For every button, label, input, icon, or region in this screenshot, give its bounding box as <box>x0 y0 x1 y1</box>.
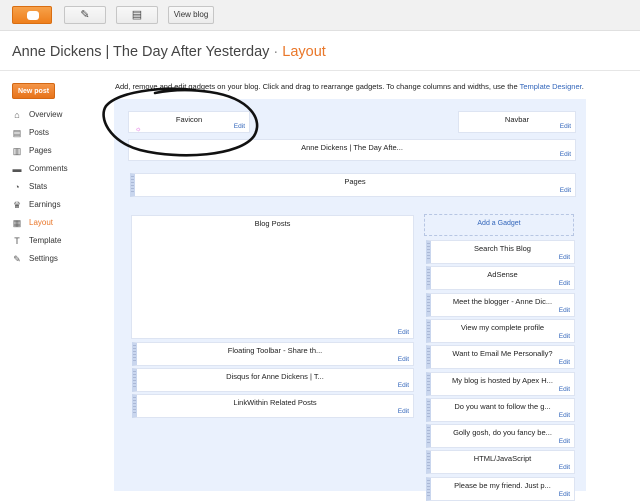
instructions-end: . <box>581 82 584 91</box>
gadget-title: HTML/JavaScript <box>473 454 532 464</box>
navbar-gadget[interactable]: Navbar Edit <box>458 111 576 133</box>
gadget-title: Meet the blogger - Anne Dic... <box>452 296 553 306</box>
edit-link[interactable]: Edit <box>559 386 570 393</box>
sidebar-item-label: Overview <box>29 110 63 119</box>
layout-gadget[interactable]: View my complete profile Edit <box>426 318 575 343</box>
layout-gadget[interactable]: Do you want to follow the g... Edit <box>426 397 575 422</box>
gadget-title: My blog is hosted by Apex H... <box>452 375 553 385</box>
stats-icon: ◔ <box>14 182 20 192</box>
sidebar-item-label: Earnings <box>29 200 61 209</box>
section-name: Layout <box>282 44 326 60</box>
edit-link[interactable]: Edit <box>559 438 570 445</box>
sidebar-item-label: Template <box>29 236 62 245</box>
edit-link[interactable]: Edit <box>398 408 409 415</box>
edit-link[interactable]: Edit <box>559 412 570 419</box>
comments-icon: ▬ <box>12 164 22 174</box>
pages-icon: ▥ <box>12 146 22 156</box>
header-divider <box>0 70 640 71</box>
gadget-title: LinkWithin Related Posts <box>233 398 317 407</box>
page-title: Anne Dickens | The Day After Yesterday · L… <box>12 44 326 60</box>
template-designer-link[interactable]: Template Designer <box>520 82 582 91</box>
new-post-button[interactable]: New post <box>12 83 55 99</box>
view-blog-button[interactable]: View blog <box>168 6 214 24</box>
favicon-icon: ☼ <box>135 126 142 133</box>
layout-gadget[interactable]: Meet the blogger - Anne Dic... Edit <box>426 292 575 317</box>
layout-gadget[interactable]: Floating Toolbar - Share th... Edit <box>132 342 414 366</box>
pages-gadget[interactable]: Pages Edit <box>130 173 576 197</box>
new-post-pencil-button[interactable]: ✎ <box>64 6 106 24</box>
layout-gadget[interactable]: Golly gosh, do you fancy be... Edit <box>426 424 575 449</box>
edit-link[interactable]: Edit <box>398 382 409 389</box>
layout-icon: ▦ <box>12 218 22 228</box>
edit-link[interactable]: Edit <box>234 123 245 130</box>
sidebar-item-label: Layout <box>29 218 54 227</box>
edit-link[interactable]: Edit <box>398 329 409 336</box>
pencil-icon: ✎ <box>80 9 90 21</box>
gadget-title: Please be my friend. Just p... <box>454 480 551 490</box>
edit-link[interactable]: Edit <box>559 307 570 314</box>
edit-link[interactable]: Edit <box>559 333 570 340</box>
blog-posts-gadget[interactable]: Blog Posts Edit <box>131 215 414 339</box>
add-gadget-button[interactable]: Add a Gadget <box>424 214 574 236</box>
gadget-title: Pages <box>344 177 366 186</box>
blog-name: Anne Dickens | The Day After Yesterday <box>12 44 270 60</box>
edit-link[interactable]: Edit <box>559 491 570 498</box>
sidebar-item-label: Pages <box>29 146 52 155</box>
posts-icon: ▤ <box>12 128 22 138</box>
layout-canvas: ☼ Favicon Edit Navbar Edit Anne Dickens … <box>114 99 586 501</box>
edit-link[interactable]: Edit <box>560 123 571 130</box>
edit-link[interactable]: Edit <box>560 151 571 158</box>
layout-gadget[interactable]: Disqus for Anne Dickens | T... Edit <box>132 368 414 392</box>
sidebar-item-label: Posts <box>29 128 50 137</box>
gadget-title: Want to Email Me Personally? <box>452 349 553 359</box>
document-icon: ▤ <box>131 9 143 21</box>
layout-gadget[interactable]: HTML/JavaScript Edit <box>426 450 575 475</box>
favicon-gadget[interactable]: ☼ Favicon Edit <box>128 111 250 133</box>
gadget-title: Navbar <box>504 115 530 124</box>
edit-link[interactable]: Edit <box>560 187 571 194</box>
wrench-icon: ✎ <box>13 254 21 264</box>
edit-link[interactable]: Edit <box>559 359 570 366</box>
sidebar-item-label: Comments <box>29 164 68 173</box>
edit-link[interactable]: Edit <box>559 464 570 471</box>
sidebar-item-label: Settings <box>29 254 58 263</box>
home-icon: ⌂ <box>14 110 20 120</box>
layout-instructions: Add, remove and edit gadgets on your blo… <box>115 82 584 91</box>
edit-link[interactable]: Edit <box>559 280 570 287</box>
gadget-title: Disqus for Anne Dickens | T... <box>226 372 324 381</box>
gadget-title: Search This Blog <box>474 244 531 253</box>
layout-gadget[interactable]: Please be my friend. Just p... Edit <box>426 476 575 501</box>
header-gadget[interactable]: Anne Dickens | The Day Afte... Edit <box>128 139 576 161</box>
gadget-title: AdSense <box>487 270 518 280</box>
posts-list-button[interactable]: ▤ <box>116 6 158 24</box>
layout-gadget[interactable]: Search This Blog Edit <box>426 240 575 264</box>
gadget-title: Floating Toolbar - Share th... <box>227 346 323 355</box>
gadget-title: Blog Posts <box>254 219 291 228</box>
edit-link[interactable]: Edit <box>398 356 409 363</box>
layout-gadget[interactable]: My blog is hosted by Apex H... Edit <box>426 371 575 396</box>
trophy-icon: ♛ <box>12 200 22 210</box>
gadget-title: Anne Dickens | The Day Afte... <box>301 143 403 152</box>
sidebar-item-label: Stats <box>29 182 48 191</box>
top-toolbar: ✎ ▤ View blog <box>0 0 640 31</box>
gadget-title: Do you want to follow the g... <box>454 401 551 411</box>
instructions-text: Add, remove and edit gadgets on your blo… <box>115 82 520 91</box>
gadget-title: Golly gosh, do you fancy be... <box>453 428 552 438</box>
template-icon: T <box>14 236 20 246</box>
edit-link[interactable]: Edit <box>559 254 570 261</box>
gadget-title: Favicon <box>175 115 203 124</box>
gadget-title: View my complete profile <box>460 322 545 332</box>
layout-gadget[interactable]: Want to Email Me Personally? Edit <box>426 345 575 370</box>
layout-gadget[interactable]: AdSense Edit <box>426 266 575 291</box>
title-separator: · <box>273 44 279 60</box>
blogger-logo-button[interactable] <box>12 6 52 24</box>
layout-gadget[interactable]: LinkWithin Related Posts Edit <box>132 394 414 418</box>
